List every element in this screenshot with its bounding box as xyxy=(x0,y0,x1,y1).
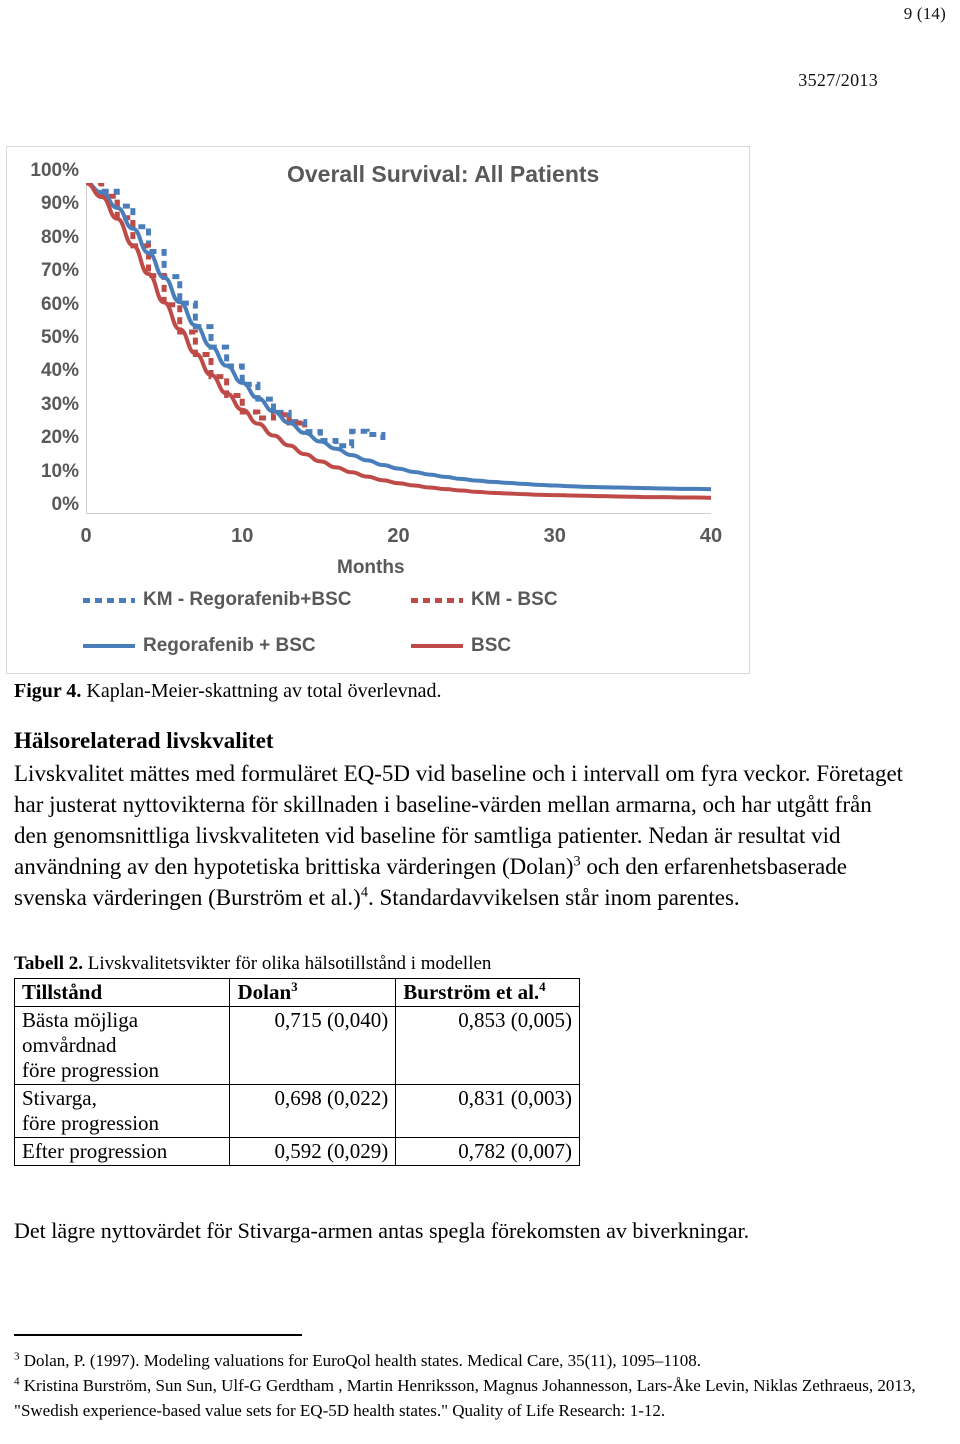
chart-legend: KM - Regorafenib+BSC KM - BSC Regorafeni… xyxy=(7,577,751,663)
cell-dolan-1: 0,698 (0,022) xyxy=(229,1084,397,1138)
footnote-4-text: Kristina Burström, Sun Sun, Ulf-G Gerdth… xyxy=(14,1376,916,1420)
legend-swatch-dashed-red-icon xyxy=(411,597,463,603)
cell-burstrom-0: 0,853 (0,005) xyxy=(395,1006,580,1085)
y-tick-50: 50% xyxy=(40,327,79,348)
y-tick-100: 100% xyxy=(30,160,79,181)
table-header-burstrom-label: Burström et al. xyxy=(403,980,540,1004)
x-tick-10: 10 xyxy=(231,525,254,547)
table-header-dolan: Dolan3 xyxy=(229,978,397,1007)
footnote-3-text: Dolan, P. (1997). Modeling valuations fo… xyxy=(19,1351,701,1370)
figure-caption-label: Figur 4. xyxy=(14,680,82,702)
closing-paragraph: Det lägre nyttovärdet för Stivarga-armen… xyxy=(14,1218,750,1243)
cell-state-0: Bästa möjliga omvårdnad före progression xyxy=(13,1006,231,1085)
survival-curves xyxy=(86,183,711,500)
cell-state-line: före progression xyxy=(22,1111,160,1135)
footnote-4: 4 Kristina Burström, Sun Sun, Ulf-G Gerd… xyxy=(14,1373,924,1423)
cell-state-2: Efter progression xyxy=(13,1137,231,1166)
y-tick-40: 40% xyxy=(40,360,79,382)
footnote-ref-3[interactable]: 3 xyxy=(574,853,581,869)
legend-label-km-bsc: KM - BSC xyxy=(471,589,558,610)
y-tick-20: 20% xyxy=(40,427,79,449)
y-tick-30: 30% xyxy=(40,393,79,415)
section-paragraph: Livskvalitet mättes med formuläret EQ-5D… xyxy=(14,758,904,913)
y-axis-labels: 100% 90% 80% 70% 60% 50% 40% 30% 20% 10%… xyxy=(13,160,79,515)
cell-state-line: före progression xyxy=(22,1058,160,1082)
figure-caption-text: Kaplan-Meier-skattning av total överlevn… xyxy=(81,680,442,702)
footnote-list: 3 Dolan, P. (1997). Modeling valuations … xyxy=(14,1348,924,1423)
section-heading: Hälsorelaterad livskvalitet xyxy=(14,728,274,753)
fitted-survival-curve xyxy=(86,183,711,492)
y-tick-10: 10% xyxy=(40,460,79,482)
y-tick-0: 0% xyxy=(51,494,79,515)
table-header-burstrom: Burström et al.4 xyxy=(395,978,580,1007)
cell-state-line: Bästa möjliga xyxy=(22,1008,139,1032)
legend-swatch-dashed-blue-icon xyxy=(83,597,135,603)
y-tick-60: 60% xyxy=(40,293,79,315)
footnote-3: 3 Dolan, P. (1997). Modeling valuations … xyxy=(14,1348,924,1373)
figure-caption: Figur 4. Kaplan-Meier-skattning av total… xyxy=(14,680,441,703)
x-tick-0: 0 xyxy=(80,525,92,547)
legend-label-bsc: BSC xyxy=(471,635,512,656)
plot-area xyxy=(86,183,711,514)
table-caption-label: Tabell 2. xyxy=(14,953,83,974)
cell-state-line: Stivarga, xyxy=(22,1086,97,1110)
page-number: 9 (14) xyxy=(903,4,946,23)
cell-state-line: omvårdnad xyxy=(22,1033,117,1057)
table-caption-text: Livskvalitetsvikter för olika hälsotills… xyxy=(83,953,492,974)
table-row: Stivarga, före progression 0,698 (0,022) … xyxy=(13,1084,580,1138)
cell-state-1: Stivarga, före progression xyxy=(13,1084,231,1138)
x-axis-labels: 0 10 20 30 40 xyxy=(80,525,722,551)
table-header-tillstand: Tillstånd xyxy=(13,978,231,1007)
legend-swatch-solid-red-icon xyxy=(411,644,463,648)
legend-item-bsc[interactable]: BSC xyxy=(411,635,511,657)
x-tick-20: 20 xyxy=(387,525,410,547)
quality-of-life-table: Tillstånd Dolan3 Burström et al.4 Bästa … xyxy=(13,978,580,1166)
x-axis-title: Months xyxy=(337,557,405,578)
cell-state-line: Efter progression xyxy=(22,1139,168,1163)
legend-label-regorafenib-bsc: Regorafenib + BSC xyxy=(143,635,316,656)
fitted-survival-curve xyxy=(86,183,711,500)
y-tick-80: 80% xyxy=(40,226,79,248)
legend-label-km-regorafenib: KM - Regorafenib+BSC xyxy=(143,589,352,610)
table-row: Efter progression 0,592 (0,029) 0,782 (0… xyxy=(13,1137,580,1166)
table-header-dolan-sup: 3 xyxy=(291,979,298,994)
table-header-row: Tillstånd Dolan3 Burström et al.4 xyxy=(13,978,580,1007)
cell-dolan-2: 0,592 (0,029) xyxy=(229,1137,397,1166)
legend-item-km-bsc[interactable]: KM - BSC xyxy=(411,589,558,611)
document-id: 3527/2013 xyxy=(798,70,878,90)
paragraph-part-3: . Standardavvikelsen står inom parentes. xyxy=(367,885,740,910)
y-tick-90: 90% xyxy=(40,193,79,215)
cell-burstrom-2: 0,782 (0,007) xyxy=(395,1137,580,1166)
footnote-separator xyxy=(14,1334,302,1336)
legend-item-km-regorafenib[interactable]: KM - Regorafenib+BSC xyxy=(83,589,352,611)
table-header-burstrom-sup: 4 xyxy=(539,979,546,994)
table-row: Bästa möjliga omvårdnad före progression 0… xyxy=(13,1006,580,1085)
x-tick-30: 30 xyxy=(543,525,566,547)
table-caption: Tabell 2. Livskvalitetsvikter för olika … xyxy=(14,953,491,975)
legend-item-regorafenib-bsc[interactable]: Regorafenib + BSC xyxy=(83,635,316,657)
y-tick-70: 70% xyxy=(40,260,79,282)
survival-chart: Overall Survival: All Patients 100% 90% … xyxy=(6,146,750,674)
table-header-dolan-label: Dolan xyxy=(237,980,292,1004)
cell-dolan-0: 0,715 (0,040) xyxy=(229,1006,397,1085)
legend-swatch-solid-blue-icon xyxy=(83,644,135,648)
cell-burstrom-1: 0,831 (0,003) xyxy=(395,1084,580,1138)
footnote-ref-4[interactable]: 4 xyxy=(361,884,368,900)
x-tick-40: 40 xyxy=(699,525,723,547)
